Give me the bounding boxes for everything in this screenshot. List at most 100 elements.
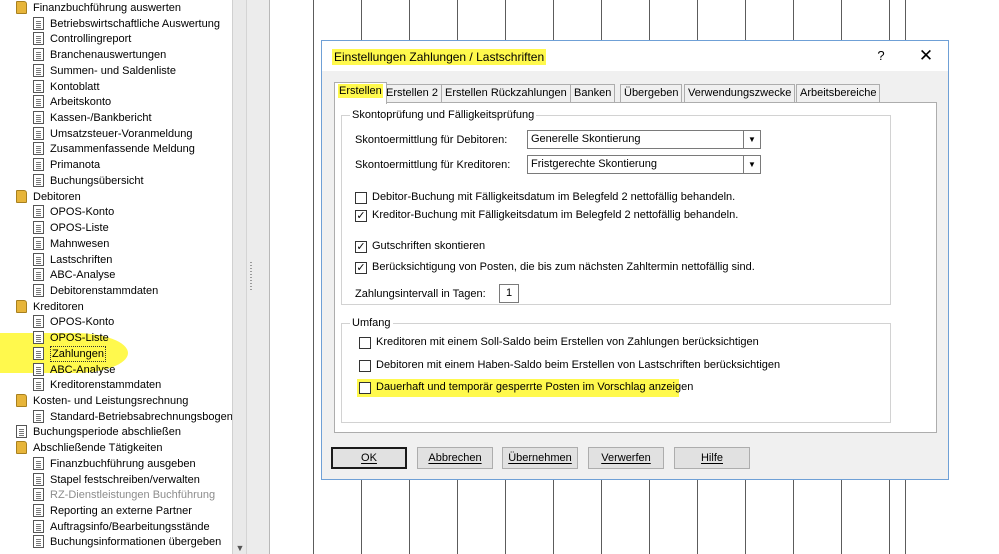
document-icon	[33, 48, 44, 62]
tree-item-label: Standard-Betriebsabrechnungsbogen	[50, 410, 232, 423]
checkmark-icon[interactable]: ✓	[355, 262, 367, 274]
tree-item-label: RZ-Dienstleistungen Buchführung	[50, 489, 216, 502]
navigation-tree[interactable]: Finanzbuchführung auswerten Betriebswirts…	[0, 0, 232, 554]
checkbox-naechster-zahltermin[interactable]: ✓ Berücksichtigung von Posten, die bis z…	[355, 260, 835, 276]
tree-item-label: OPOS-Konto	[50, 206, 115, 219]
abbrechen-button[interactable]: Abbrechen	[417, 447, 493, 469]
pane-splitter[interactable]	[246, 0, 270, 554]
checkbox-label: Kreditoren mit einem Soll-Saldo beim Ers…	[376, 336, 759, 348]
document-icon	[33, 315, 44, 329]
checkbox-box[interactable]	[355, 192, 367, 204]
folder-icon	[16, 299, 27, 313]
tab-verwendungszwecke[interactable]: Verwendungszwecke	[684, 84, 796, 103]
checkmark-icon[interactable]: ✓	[355, 210, 367, 222]
tree-scrollbar[interactable]: ▼	[232, 0, 246, 554]
checkbox-label: Gutschriften skontieren	[372, 240, 486, 252]
document-icon	[33, 268, 44, 282]
tree-item-label: Stapel festschreiben/verwalten	[50, 473, 200, 486]
tab-panel-erstellen: Skontoprüfung und Fälligkeitsprüfung Sko…	[334, 102, 937, 433]
checkbox-gutschriften-skontieren[interactable]: ✓ Gutschriften skontieren	[355, 239, 655, 255]
tree-item-label: Buchungsübersicht	[50, 174, 144, 187]
document-icon	[33, 95, 44, 109]
group-umfang-legend: Umfang	[352, 317, 391, 329]
tree-item-label: Controllingreport	[50, 33, 132, 46]
checkbox-box[interactable]	[359, 360, 371, 372]
tab-banken[interactable]: Banken	[570, 84, 616, 103]
document-icon	[33, 79, 44, 93]
document-icon	[33, 63, 44, 77]
tree-item-label: Auftragsinfo/Bearbeitungsstände	[50, 520, 210, 533]
uebernehmen-button[interactable]: Übernehmen	[502, 447, 578, 469]
tab-erstellen-2[interactable]: Erstellen 2	[382, 84, 442, 103]
chevron-down-icon[interactable]: ▼	[743, 131, 760, 148]
tree-item-label: Debitoren	[33, 190, 81, 203]
document-icon	[33, 221, 44, 235]
tree-item-label: Betriebswirtschaftliche Auswertung	[50, 17, 220, 30]
document-icon	[33, 456, 44, 470]
tree-item-label: Finanzbuchführung auswerten	[33, 2, 181, 14]
checkbox-label: Kreditor-Buchung mit Fälligkeitsdatum im…	[372, 209, 739, 221]
document-icon	[33, 283, 44, 297]
document-icon	[33, 362, 44, 376]
checkbox-kreditoren-soll-saldo[interactable]: Kreditoren mit einem Soll-Saldo beim Ers…	[359, 335, 819, 351]
tree-item-label: Branchenauswertungen	[50, 49, 167, 62]
checkbox-gesperrte-posten[interactable]: Dauerhaft und temporär gesperrte Posten …	[357, 379, 693, 397]
checkbox-label: Debitor-Buchung mit Fälligkeitsdatum im …	[372, 191, 736, 203]
tree-item-label: Buchungsperiode abschließen	[33, 426, 181, 439]
dialog-titlebar[interactable]: Einstellungen Zahlungen / Lastschriften …	[322, 41, 948, 71]
tree-item-label: Umsatzsteuer-Voranmeldung	[50, 127, 193, 140]
help-icon[interactable]: ?	[870, 47, 892, 65]
document-icon	[33, 173, 44, 187]
checkbox-label: Dauerhaft und temporär gesperrte Posten …	[376, 381, 694, 393]
tab-erstellen[interactable]: Erstellen	[334, 82, 387, 104]
tree-item-label: Abschließende Tätigkeiten	[33, 442, 163, 455]
splitter-grip-icon	[250, 262, 252, 292]
document-icon	[33, 535, 44, 549]
debitor-skonto-value: Generelle Skontierung	[531, 133, 641, 145]
kreditor-skonto-value: Fristgerechte Skontierung	[531, 158, 657, 170]
document-icon	[33, 142, 44, 156]
document-icon	[33, 472, 44, 486]
grid-column-line	[313, 0, 314, 554]
zahlungsintervall-input[interactable]: 1	[499, 284, 519, 303]
document-icon	[16, 425, 27, 439]
document-icon	[33, 488, 44, 502]
tree-item-label: Zahlungen	[50, 345, 106, 362]
tree-item-label: OPOS-Liste	[50, 222, 109, 235]
tree-item-label: Kosten- und Leistungsrechnung	[33, 395, 189, 407]
document-icon	[33, 205, 44, 219]
checkbox-debitoren-haben-saldo[interactable]: Debitoren mit einem Haben-Saldo beim Ers…	[359, 358, 819, 374]
tree-item-label: Reporting an externe Partner	[50, 505, 192, 518]
checkbox-debitor-nettofaellig[interactable]: Debitor-Buchung mit Fälligkeitsdatum im …	[355, 190, 805, 206]
folder-icon	[16, 1, 27, 14]
tab-uebergeben[interactable]: Übergeben	[620, 84, 683, 103]
checkbox-kreditor-nettofaellig[interactable]: ✓ Kreditor-Buchung mit Fälligkeitsdatum …	[355, 208, 805, 224]
debitor-skonto-select[interactable]: Generelle Skontierung ▼	[527, 130, 761, 149]
checkbox-label: Debitoren mit einem Haben-Saldo beim Ers…	[376, 359, 781, 371]
tab-erstellen-rueckzahlungen[interactable]: Erstellen Rückzahlungen	[441, 84, 571, 103]
document-icon	[33, 16, 44, 30]
document-icon	[33, 32, 44, 46]
scroll-down-icon[interactable]: ▼	[235, 543, 245, 553]
ok-button[interactable]: OK	[331, 447, 407, 469]
tree-item-label: Kassen-/Bankbericht	[50, 112, 152, 125]
tree-item-label: Debitorenstammdaten	[50, 284, 159, 297]
close-icon[interactable]: ✕	[912, 45, 940, 67]
document-icon	[33, 252, 44, 266]
tab-arbeitsbereiche[interactable]: Arbeitsbereiche	[796, 84, 881, 103]
tree-item-label: ABC-Analyse	[50, 269, 116, 282]
verwerfen-button[interactable]: Verwerfen	[588, 447, 664, 469]
document-icon	[33, 111, 44, 125]
tree-item-label: Kreditorenstammdaten	[50, 379, 162, 392]
document-icon	[33, 331, 44, 345]
debitor-skonto-label: Skontoermittlung für Debitoren:	[355, 134, 508, 146]
hilfe-button[interactable]: Hilfe	[674, 447, 750, 469]
tree-item-label: Summen- und Saldenliste	[50, 64, 176, 77]
checkmark-icon[interactable]: ✓	[355, 241, 367, 253]
document-icon	[33, 346, 44, 360]
kreditor-skonto-select[interactable]: Fristgerechte Skontierung ▼	[527, 155, 761, 174]
chevron-down-icon[interactable]: ▼	[743, 156, 760, 173]
document-icon	[33, 519, 44, 533]
checkbox-box[interactable]	[359, 382, 371, 394]
checkbox-box[interactable]	[359, 337, 371, 349]
